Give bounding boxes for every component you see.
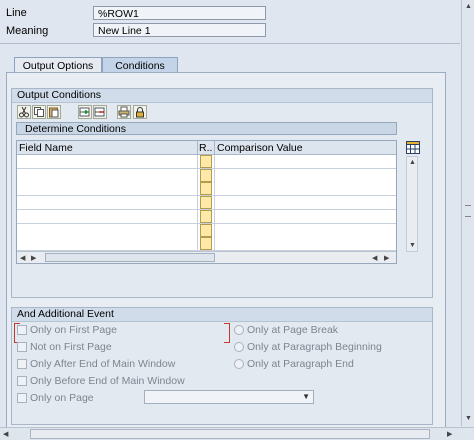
label-before-main-window: Only Before End of Main Window [30, 375, 185, 387]
label-paragraph-end: Only at Paragraph End [247, 358, 354, 370]
scroll-left-icon-2[interactable]: ◀ [372, 254, 377, 263]
label-page-break: Only at Page Break [247, 324, 339, 336]
label-after-main-window: Only After End of Main Window [30, 358, 176, 370]
window-scroll-grip[interactable] [465, 205, 471, 217]
meaning-field[interactable]: New Line 1 [93, 23, 266, 37]
scroll-right-icon-2[interactable]: ▶ [384, 254, 389, 263]
relation-button[interactable] [200, 237, 212, 251]
scroll-right-icon[interactable]: ▶ [31, 254, 36, 263]
checkbox-after-main-window[interactable] [17, 359, 27, 369]
determine-conditions-title: Determine Conditions [16, 122, 397, 135]
header-sep-1 [197, 141, 198, 154]
relation-button[interactable] [200, 155, 212, 168]
window-scroll-thumb[interactable] [30, 429, 430, 439]
window-scroll-up-icon[interactable]: ▲ [465, 2, 472, 11]
window-vertical-scrollbar[interactable]: ▲ ▼ [461, 0, 474, 426]
table-row[interactable] [17, 182, 396, 197]
scroll-thumb[interactable] [45, 253, 215, 262]
table-header: Field Name R.. Comparison Value [17, 141, 396, 155]
lock-icon[interactable] [133, 105, 147, 119]
chevron-down-icon[interactable]: ▼ [302, 391, 310, 403]
checkbox-only-first-page[interactable] [17, 325, 27, 335]
line-label: Line [6, 7, 27, 19]
table-row[interactable] [17, 209, 396, 224]
scroll-left-icon[interactable]: ◀ [20, 254, 25, 263]
label-paragraph-beginning: Only at Paragraph Beginning [247, 341, 382, 353]
radio-page-break[interactable] [234, 325, 244, 335]
cell-separator [197, 223, 198, 237]
copy-icon[interactable] [32, 105, 46, 119]
checkbox-not-first-page[interactable] [17, 342, 27, 352]
additional-event-title: And Additional Event [12, 308, 432, 322]
header-sep-2 [214, 141, 215, 154]
table-row[interactable] [17, 155, 396, 169]
conditions-table: Field Name R.. Comparison Value ◀ ▶ ◀ ▶ [16, 140, 397, 264]
radio-paragraph-end[interactable] [234, 359, 244, 369]
relation-button[interactable] [200, 209, 212, 223]
relation-button[interactable] [200, 168, 212, 182]
cut-icon[interactable] [17, 105, 31, 119]
cell-separator [214, 155, 215, 168]
vertical-scrollbar[interactable]: ▲ ▼ [406, 156, 418, 252]
cell-separator [214, 237, 215, 251]
cell-separator [197, 237, 198, 251]
tab-output-options[interactable]: Output Options [14, 57, 102, 73]
table-settings-icon[interactable] [406, 141, 420, 154]
relation-button[interactable] [200, 223, 212, 237]
cell-separator [214, 168, 215, 182]
cell-separator [214, 196, 215, 210]
checkbox-only-on-page[interactable] [17, 393, 27, 403]
scroll-down-icon[interactable]: ▼ [409, 241, 416, 250]
line-field[interactable]: %ROW1 [93, 6, 266, 20]
horizontal-scrollbar[interactable]: ◀ ▶ ◀ ▶ [17, 251, 396, 263]
cell-separator [214, 223, 215, 237]
meaning-label: Meaning [6, 25, 49, 37]
cell-separator [214, 209, 215, 223]
tab-conditions[interactable]: Conditions [102, 57, 178, 73]
label-only-first-page: Only on First Page [30, 324, 117, 336]
cell-separator [197, 209, 198, 223]
cell-separator [214, 182, 215, 196]
table-row[interactable] [17, 223, 396, 238]
paste-icon[interactable] [47, 105, 61, 119]
window-horizontal-scrollbar[interactable]: ◀ ▶ [0, 427, 474, 440]
window-scroll-right-icon[interactable]: ▶ [447, 430, 452, 439]
radio-paragraph-beginning[interactable] [234, 342, 244, 352]
column-comparison-value[interactable]: Comparison Value [217, 141, 303, 155]
scroll-up-icon[interactable]: ▲ [409, 158, 416, 167]
checkbox-before-main-window[interactable] [17, 376, 27, 386]
insert-row-icon[interactable] [78, 105, 92, 119]
output-conditions-title: Output Conditions [12, 89, 432, 103]
table-row[interactable] [17, 237, 396, 252]
page-select[interactable]: ▼ [144, 390, 314, 404]
table-row[interactable] [17, 196, 396, 211]
column-field-name[interactable]: Field Name [19, 141, 73, 155]
column-relation[interactable]: R.. [199, 141, 212, 155]
cell-separator [197, 196, 198, 210]
label-only-on-page: Only on Page [30, 392, 94, 404]
focus-marker-right [224, 323, 230, 343]
cell-separator [197, 168, 198, 182]
relation-button[interactable] [200, 182, 212, 196]
delete-row-icon[interactable] [93, 105, 107, 119]
label-not-first-page: Not on First Page [30, 341, 112, 353]
window-scroll-left-icon[interactable]: ◀ [3, 430, 8, 439]
cell-separator [197, 155, 198, 168]
relation-button[interactable] [200, 196, 212, 210]
window-scroll-down-icon[interactable]: ▼ [465, 414, 472, 423]
print-icon[interactable] [117, 105, 131, 119]
header-separator [0, 43, 460, 44]
table-row[interactable] [17, 168, 396, 183]
cell-separator [197, 182, 198, 196]
